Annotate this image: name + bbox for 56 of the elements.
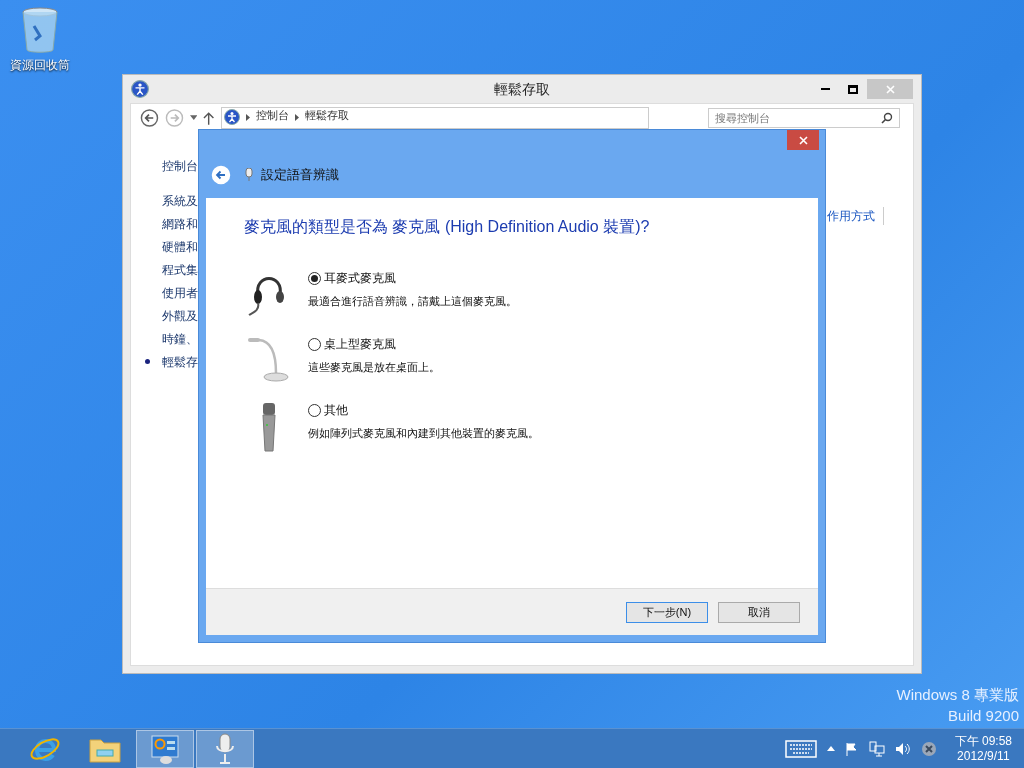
option-label[interactable]: 其他: [324, 401, 348, 419]
option-label[interactable]: 桌上型麥克風: [324, 335, 396, 353]
option-label[interactable]: 耳麥式麥克風: [324, 269, 396, 287]
close-icon: [798, 135, 808, 145]
speaker-icon[interactable]: [894, 741, 911, 756]
dialog-button[interactable]: 下一步(N): [626, 601, 708, 623]
close-button[interactable]: [787, 130, 819, 150]
caret-up-icon[interactable]: [826, 746, 835, 751]
accessibility-icon: [223, 109, 240, 125]
search-input[interactable]: 搜尋控制台: [715, 111, 881, 125]
flag-icon[interactable]: [844, 741, 859, 756]
window-title: 輕鬆存取: [494, 79, 550, 99]
chevron-right-icon: [245, 114, 250, 121]
question-heading: 麥克風的類型是否為 麥克風 (High Definition Audio 裝置)?: [243, 217, 651, 237]
sidebar-link[interactable]: 控制台: [162, 156, 198, 175]
sidebar-link[interactable]: 使用者: [162, 283, 198, 302]
sidebar-link[interactable]: 程式集: [162, 260, 198, 279]
option-description: 例如陣列式麥克風和內建到其他裝置的麥克風。: [308, 426, 539, 441]
address-bar[interactable]: 控制台 輕鬆存取: [220, 107, 649, 129]
search-icon[interactable]: [881, 112, 893, 124]
chevron-right-icon: [294, 114, 299, 121]
taskbar-button[interactable]: [196, 729, 254, 768]
option-description: 最適合進行語音辨識，請戴上這個麥克風。: [308, 294, 517, 309]
control-panel-icon: [149, 732, 181, 765]
sidebar-link[interactable]: 外觀及: [162, 306, 198, 325]
sidebar-link[interactable]: 系統及: [162, 191, 198, 210]
dialog-button[interactable]: 取消: [718, 601, 800, 623]
desk-microphone-icon: [246, 335, 292, 383]
sidebar-link[interactable]: 輕鬆存: [162, 352, 198, 371]
network-icon[interactable]: [868, 740, 885, 757]
link-text[interactable]: 作用方式: [827, 207, 884, 225]
microphone-icon: [245, 168, 253, 182]
dialog-title: 設定語音辨識: [261, 166, 339, 185]
radio-button[interactable]: [308, 271, 321, 285]
taskbar-button[interactable]: [136, 729, 194, 768]
accessibility-icon: [131, 80, 149, 98]
clock-time[interactable]: 下午 09:58: [954, 733, 1012, 749]
edition-text: Windows 8 專業版: [896, 685, 1019, 705]
keyboard-icon[interactable]: [784, 739, 817, 758]
breadcrumb-item[interactable]: 控制台: [255, 109, 289, 121]
up-arrow-icon[interactable]: [203, 111, 215, 125]
microphone-icon: [213, 731, 237, 766]
close-circle-icon[interactable]: [920, 740, 937, 757]
radio-button[interactable]: [308, 403, 321, 417]
dropdown-caret-icon[interactable]: [189, 115, 198, 121]
breadcrumb-item[interactable]: 輕鬆存取: [304, 109, 349, 121]
sidebar-link[interactable]: 硬體和: [162, 237, 198, 256]
sidebar-link[interactable]: 時鐘、: [162, 329, 198, 348]
sidebar-link[interactable]: 網路和: [162, 214, 198, 233]
radio-button[interactable]: [308, 337, 321, 351]
option-description: 這些麥克風是放在桌面上。: [308, 360, 440, 375]
close-icon: [885, 84, 895, 94]
recycle-bin-icon[interactable]: [20, 6, 60, 54]
edition-text: Build 9200: [948, 706, 1019, 726]
clock-date[interactable]: 2012/9/11: [957, 748, 1010, 764]
search-field[interactable]: 搜尋控制台: [708, 108, 900, 128]
